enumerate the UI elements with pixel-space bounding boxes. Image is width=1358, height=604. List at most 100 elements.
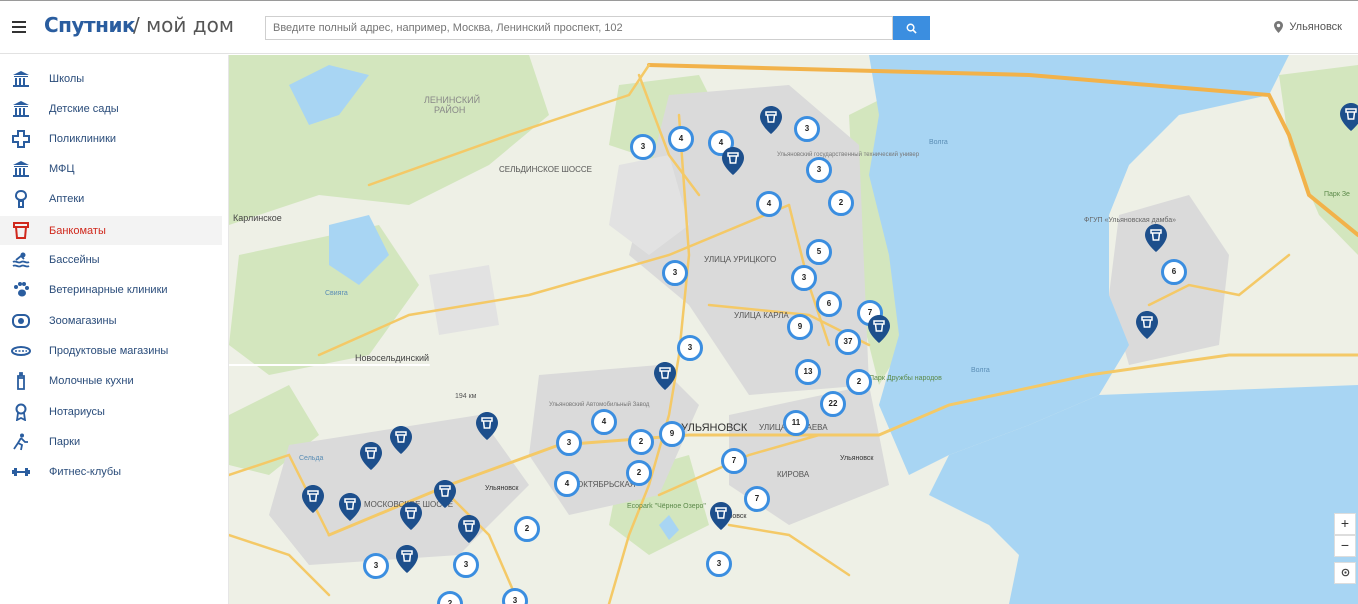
atm-icon: [760, 106, 782, 134]
locate-icon: [1341, 568, 1349, 577]
cluster-marker[interactable]: 4: [591, 409, 617, 435]
atm-pin-marker[interactable]: [1136, 311, 1158, 339]
sidebar-item-label: МФЦ: [49, 162, 75, 175]
atm-pin-marker[interactable]: [390, 426, 412, 454]
cluster-marker[interactable]: 9: [787, 314, 813, 340]
map-label-fgup: ФГУП «Ульяновская дамба»: [1084, 217, 1177, 224]
cluster-marker[interactable]: 3: [794, 116, 820, 142]
cluster-marker[interactable]: 13: [795, 359, 821, 385]
cluster-marker[interactable]: 3: [706, 551, 732, 577]
mfc-icon: [13, 161, 29, 177]
clinic-icon: [12, 130, 30, 148]
sidebar-item-fitness[interactable]: Фитнес-клубы: [0, 457, 222, 486]
notary-icon: [15, 403, 27, 421]
sidebar-item-clinics[interactable]: Поликлиники: [0, 124, 222, 153]
map-label-seldinskoe: СЕЛЬДИНСКОЕ ШОССЕ: [499, 165, 592, 174]
sidebar-item-milk-kitchens[interactable]: Молочные кухни: [0, 366, 222, 395]
atm-pin-marker[interactable]: [722, 147, 744, 175]
cluster-marker[interactable]: 3: [630, 134, 656, 160]
cluster-marker[interactable]: 3: [662, 260, 688, 286]
cluster-marker[interactable]: 7: [744, 486, 770, 512]
atm-icon: [710, 502, 732, 530]
dumbbell-icon: [12, 468, 30, 476]
map-label-ulyanovsk-small-3: Ульяновск: [840, 455, 874, 462]
cluster-marker[interactable]: 4: [756, 191, 782, 217]
sidebar-item-kindergartens[interactable]: Детские сады: [0, 94, 222, 123]
sidebar-item-label: Фитнес-клубы: [49, 465, 122, 478]
atm-pin-marker[interactable]: [1145, 224, 1167, 252]
atm-pin-marker[interactable]: [710, 502, 732, 530]
atm-pin-marker[interactable]: [339, 493, 361, 521]
cluster-marker[interactable]: 9: [659, 421, 685, 447]
cluster-marker[interactable]: 2: [628, 429, 654, 455]
atm-pin-marker[interactable]: [434, 480, 456, 508]
cluster-marker[interactable]: 3: [556, 430, 582, 456]
sidebar-item-pharmacies[interactable]: Аптеки: [0, 184, 222, 213]
zoom-in-button[interactable]: +: [1334, 513, 1356, 535]
logo[interactable]: Спутник: [44, 13, 136, 37]
atm-pin-marker[interactable]: [1340, 103, 1358, 131]
atm-pin-marker[interactable]: [400, 502, 422, 530]
atm-icon: [476, 412, 498, 440]
cluster-marker[interactable]: 4: [668, 126, 694, 152]
sidebar-item-atms[interactable]: Банкоматы: [0, 216, 222, 245]
cluster-marker[interactable]: 3: [806, 157, 832, 183]
sidebar-item-mfc[interactable]: МФЦ: [0, 154, 222, 183]
search-input[interactable]: [265, 16, 893, 40]
sidebar-item-label: Молочные кухни: [49, 374, 134, 387]
atm-pin-marker[interactable]: [654, 362, 676, 390]
cluster-marker[interactable]: 2: [626, 460, 652, 486]
cluster-marker[interactable]: 2: [828, 190, 854, 216]
atm-icon: [400, 502, 422, 530]
cluster-marker[interactable]: 5: [806, 239, 832, 265]
atm-pin-marker[interactable]: [360, 442, 382, 470]
top-bar: Спутник / мой дом Ульяновск: [0, 0, 1358, 54]
search-button[interactable]: [893, 16, 930, 40]
cluster-marker[interactable]: 3: [677, 335, 703, 361]
cluster-marker[interactable]: 11: [783, 410, 809, 436]
map-canvas[interactable]: ЛЕНИНСКИЙ РАЙОН Карлинское Новосельдинский С…: [229, 55, 1358, 604]
map-label-lenin-district: ЛЕНИНСКИЙ: [424, 95, 481, 105]
cluster-marker[interactable]: 7: [721, 448, 747, 474]
grocery-icon: [11, 346, 31, 356]
atm-pin-marker[interactable]: [476, 412, 498, 440]
cluster-marker[interactable]: 3: [453, 552, 479, 578]
menu-icon[interactable]: [12, 21, 26, 33]
map-label-kirova: КИРОВА: [777, 470, 810, 479]
atm-pin-marker[interactable]: [396, 545, 418, 573]
atm-pin-marker[interactable]: [458, 515, 480, 543]
pharmacy-icon: [14, 190, 28, 208]
sidebar-item-schools[interactable]: Школы: [0, 64, 222, 93]
zoom-out-button[interactable]: −: [1334, 535, 1356, 557]
sidebar-item-groceries[interactable]: Продуктовые магазины: [0, 336, 222, 365]
cluster-marker[interactable]: 2: [846, 369, 872, 395]
cluster-marker[interactable]: 2: [514, 516, 540, 542]
map-label-park: Ecopark "Чёрное Озеро": [627, 503, 706, 510]
atm-pin-marker[interactable]: [760, 106, 782, 134]
sidebar-item-parks[interactable]: Парки: [0, 427, 222, 456]
map-label-karla: УЛИЦА КАРЛА: [734, 311, 789, 320]
locate-button[interactable]: [1334, 562, 1356, 584]
cluster-marker[interactable]: 4: [554, 471, 580, 497]
atm-icon: [458, 515, 480, 543]
sidebar-item-pools[interactable]: Бассейны: [0, 245, 222, 274]
map-label-auto-plant: Ульяновский Автомобильный Завод: [549, 402, 650, 408]
cluster-marker[interactable]: 22: [820, 391, 846, 417]
cluster-marker[interactable]: 6: [1161, 259, 1187, 285]
city-selector[interactable]: Ульяновск: [1274, 21, 1342, 33]
sidebar-item-pet-shops[interactable]: Зоомагазины: [0, 306, 222, 335]
sidebar-item-notaries[interactable]: Нотариусы: [0, 397, 222, 426]
atm-pin-marker[interactable]: [302, 485, 324, 513]
sidebar-item-vet-clinics[interactable]: Ветеринарные клиники: [0, 275, 222, 304]
baby-bottle-icon: [17, 372, 25, 390]
map-label-volga1: Волга: [929, 139, 948, 146]
cluster-marker[interactable]: 3: [363, 553, 389, 579]
cluster-marker[interactable]: 37: [835, 329, 861, 355]
map-label-sviyaga: Свияга: [325, 290, 348, 297]
cluster-marker[interactable]: 6: [816, 291, 842, 317]
cluster-marker[interactable]: 3: [791, 265, 817, 291]
sidebar-item-label: Банкоматы: [49, 224, 106, 237]
category-sidebar: Школы Детские сады Поликлиники МФЦ Аптек…: [0, 55, 229, 604]
sidebar-item-label: Детские сады: [49, 102, 119, 115]
atm-pin-marker[interactable]: [868, 315, 890, 343]
